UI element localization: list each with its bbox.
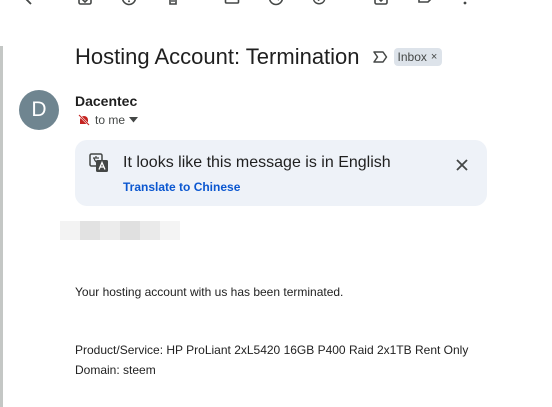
- translate-icon: [89, 153, 108, 172]
- snooze-icon[interactable]: [268, 0, 284, 6]
- email-subject: Hosting Account: Termination: [75, 44, 360, 69]
- move-to-inbox-icon[interactable]: [77, 0, 93, 6]
- label-icon[interactable]: [417, 0, 433, 6]
- body-product-line: Product/Service: HP ProLiant 2xL5420 16G…: [75, 343, 469, 357]
- avatar-initial: D: [31, 98, 47, 121]
- inbox-label-chip[interactable]: Inbox ×: [393, 48, 443, 66]
- mailing-list-icon: [78, 114, 90, 126]
- translate-link[interactable]: Translate to Chinese: [123, 180, 240, 194]
- add-to-tasks-icon[interactable]: [312, 0, 328, 6]
- close-icon: [456, 159, 468, 171]
- sender-avatar[interactable]: D: [19, 90, 59, 130]
- subject-row: Hosting Account: Termination Inbox ×: [75, 43, 443, 71]
- mark-unread-icon[interactable]: [224, 0, 240, 6]
- important-marker-icon[interactable]: [372, 50, 388, 64]
- redacted-text: [60, 221, 180, 240]
- body-domain-line: Domain: steem: [75, 363, 156, 377]
- pane-left-border: [0, 46, 3, 407]
- message-toolbar: [0, 0, 552, 8]
- close-translate-button[interactable]: [451, 154, 473, 176]
- translate-banner: It looks like this message is in English…: [75, 140, 487, 206]
- more-options-icon[interactable]: [457, 0, 473, 6]
- body-paragraph: Your hosting account with us has been te…: [75, 285, 344, 299]
- delete-icon[interactable]: [165, 0, 181, 6]
- recipient-details-toggle[interactable]: to me: [78, 113, 139, 127]
- recipient-text: to me: [95, 113, 126, 127]
- sender-name[interactable]: Dacentec: [75, 93, 137, 109]
- remove-label-button[interactable]: ×: [431, 51, 437, 63]
- report-spam-icon[interactable]: [121, 0, 137, 6]
- label-chip-text: Inbox: [397, 50, 427, 64]
- translate-message: It looks like this message is in English: [123, 154, 391, 171]
- back-icon[interactable]: [20, 0, 36, 6]
- move-to-icon[interactable]: [373, 0, 389, 6]
- chevron-down-icon: [129, 117, 139, 123]
